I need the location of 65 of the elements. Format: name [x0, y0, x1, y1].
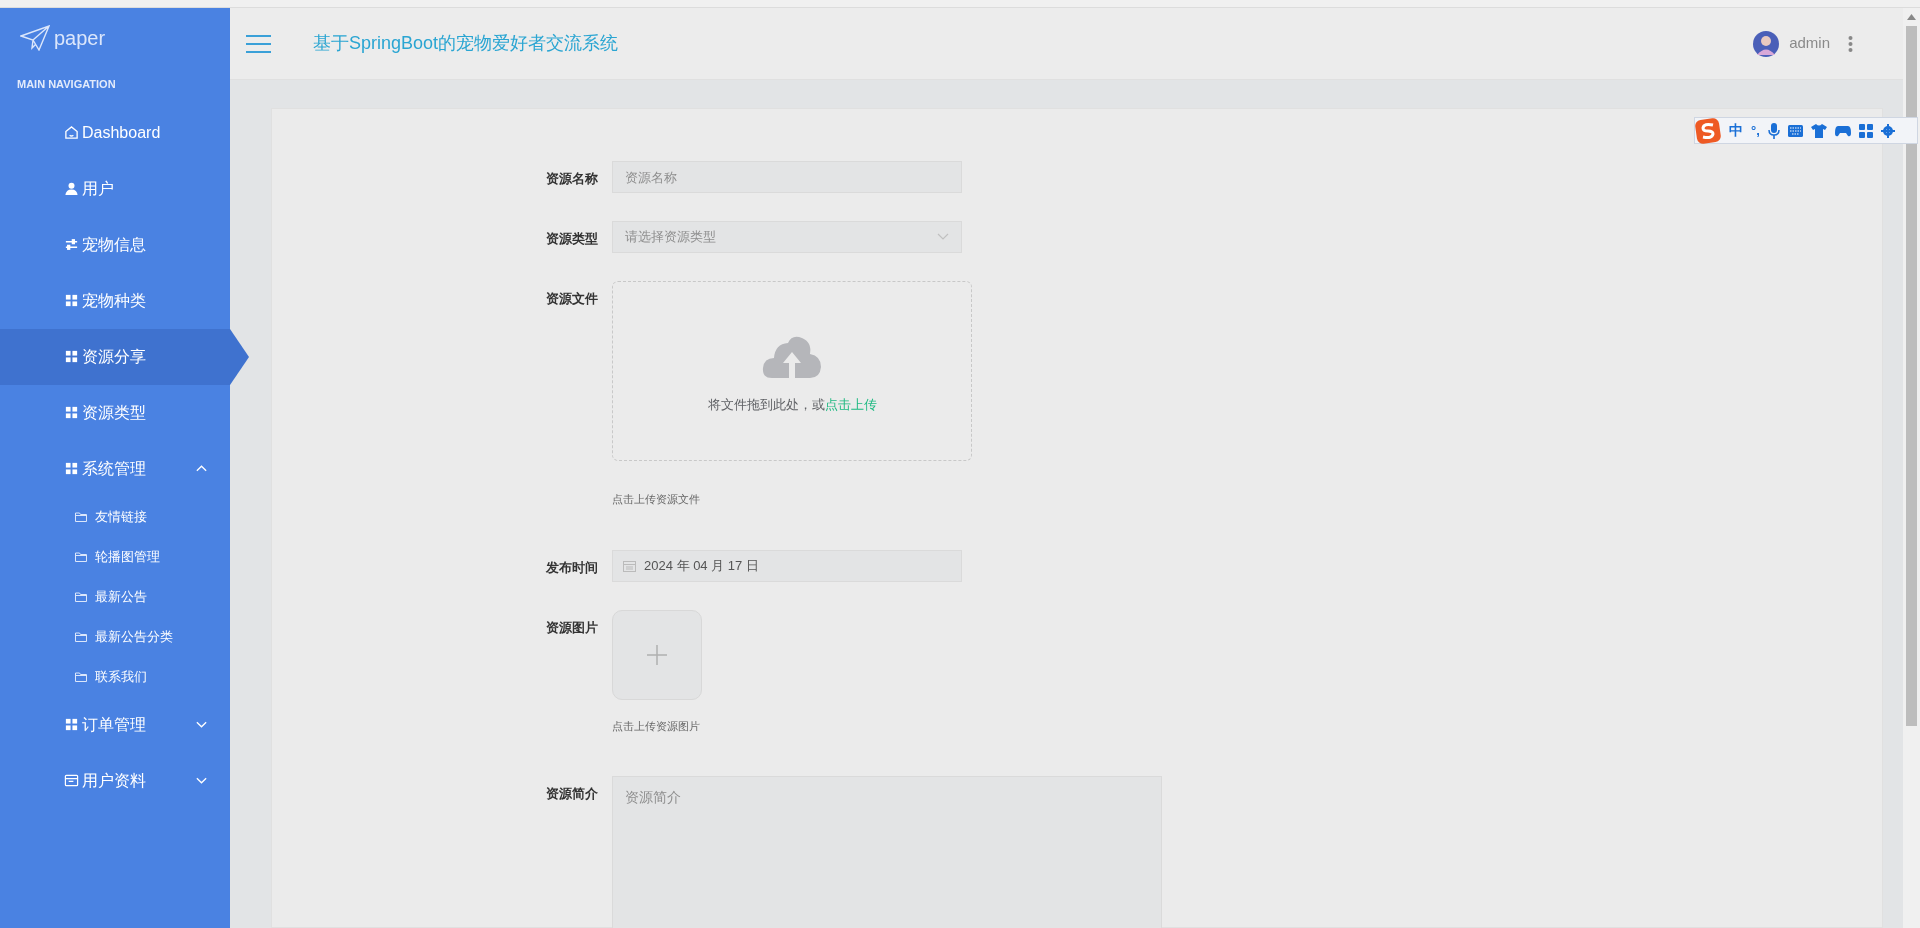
ime-logo-icon[interactable] [1695, 117, 1721, 144]
chevron-down-icon [937, 233, 949, 241]
folder-icon [75, 511, 87, 522]
page-title: 基于SpringBoot的宠物爱好者交流系统 [313, 32, 619, 55]
upload-link[interactable]: 点击上传 [824, 396, 877, 412]
date-field[interactable]: 2024 年 04 月 17 日 [612, 549, 962, 582]
grid-icon [64, 349, 79, 364]
grid-icon [64, 405, 79, 420]
nav-item[interactable]: 资源分享 [0, 328, 230, 385]
field-label: 资源名称 [546, 170, 599, 188]
input-field[interactable]: 资源名称 [612, 161, 962, 193]
nav-item[interactable]: 用户资料 [0, 752, 230, 809]
nav-item[interactable]: 系统管理 [0, 440, 230, 497]
nav-item[interactable]: 用户 [0, 160, 230, 217]
user-icon [64, 181, 79, 196]
folder-icon [75, 671, 87, 682]
calendar-icon [623, 559, 636, 572]
nav-item[interactable]: 宠物种类 [0, 272, 230, 329]
nav-item[interactable]: 订单管理 [0, 696, 230, 753]
nav-subitem[interactable]: 最新公告分类 [0, 616, 230, 657]
plus-icon [647, 644, 667, 665]
card-icon [64, 773, 79, 788]
ime-mode[interactable]: 中 [1729, 120, 1743, 141]
sliders-icon [64, 237, 79, 252]
folder-icon [75, 631, 87, 642]
logo-text: paper [54, 26, 106, 51]
folder-icon [75, 591, 87, 602]
more-icon[interactable] [1848, 35, 1853, 52]
grid-icon [64, 293, 79, 308]
nav-item[interactable]: 宠物信息 [0, 216, 230, 273]
paper-plane-icon [20, 25, 50, 51]
field-hint: 点击上传资源文件 [612, 492, 700, 507]
nav-item[interactable]: Dashboard [0, 104, 230, 161]
select-field[interactable]: 请选择资源类型 [612, 221, 962, 253]
grid-icon [64, 717, 79, 732]
apps-icon[interactable] [1858, 123, 1873, 138]
gamepad-icon[interactable] [1834, 124, 1851, 137]
drop-instruction: 将文件拖到此处，或点击上传 [707, 395, 877, 414]
username[interactable]: admin [1789, 32, 1830, 55]
field-label: 资源类型 [546, 230, 599, 248]
nav-subitem[interactable]: 友情链接 [0, 496, 230, 537]
nav-subitem[interactable]: 联系我们 [0, 656, 230, 697]
nav-subitem[interactable]: 轮播图管理 [0, 536, 230, 577]
nav-heading: MAIN NAVIGATION [16, 77, 117, 92]
field-hint: 点击上传资源图片 [612, 718, 700, 734]
field-label: 发布时间 [546, 558, 599, 577]
shirt-icon[interactable] [1810, 123, 1827, 138]
scroll-up-icon[interactable] [1907, 14, 1916, 20]
file-drop-area[interactable]: 将文件拖到此处，或点击上传 [612, 281, 972, 461]
ime-punctuation[interactable]: °, [1751, 120, 1760, 141]
field-label: 资源图片 [546, 618, 599, 637]
nav-subitem[interactable]: 最新公告 [0, 576, 230, 617]
avatar[interactable] [1753, 30, 1780, 57]
microphone-icon[interactable] [1767, 122, 1780, 139]
scrollbar[interactable] [1903, 8, 1920, 928]
grid-icon [64, 461, 79, 476]
textarea-field[interactable]: 资源简介 [612, 776, 1162, 928]
field-label: 资源简介 [546, 785, 599, 803]
nav-item[interactable]: 资源类型 [0, 384, 230, 441]
settings-icon[interactable] [1880, 123, 1895, 138]
folder-icon [75, 551, 87, 562]
field-label: 资源文件 [546, 290, 599, 308]
home-icon [64, 125, 79, 140]
menu-icon[interactable] [246, 34, 271, 53]
keyboard-icon[interactable] [1787, 124, 1803, 137]
